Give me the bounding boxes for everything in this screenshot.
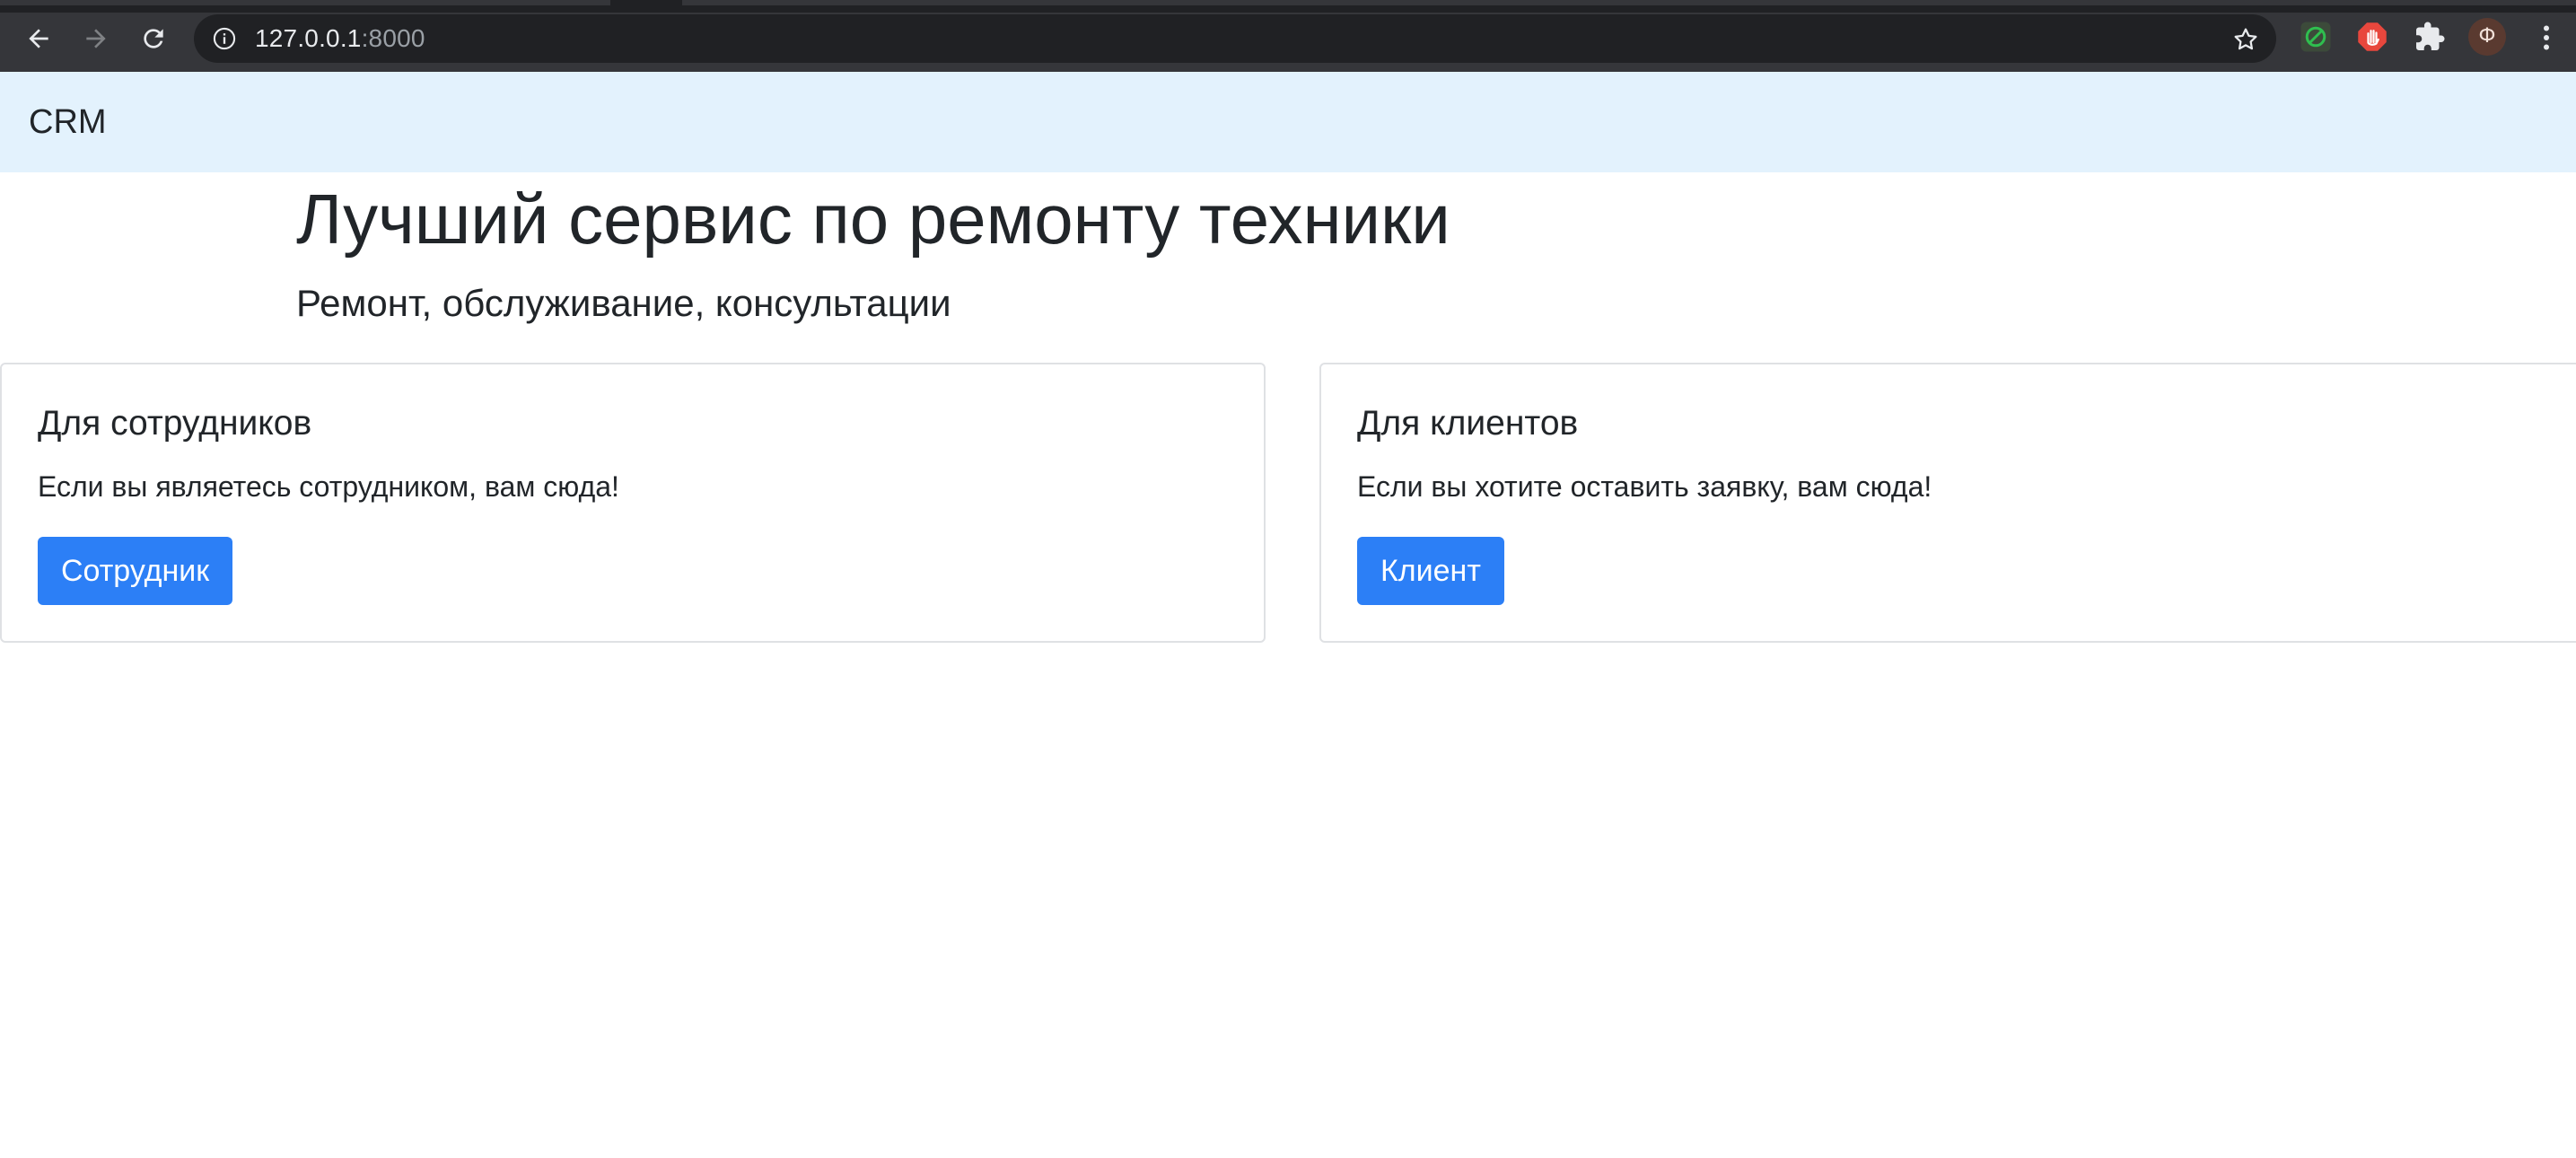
card-title: Для клиентов [1357, 404, 1579, 443]
navbar-brand[interactable]: CRM [29, 102, 107, 142]
client-button[interactable]: Клиент [1357, 537, 1504, 605]
reload-icon [144, 29, 163, 48]
forward-arrow-icon [86, 29, 106, 48]
url-port: :8000 [361, 24, 425, 52]
forward-button[interactable] [74, 16, 118, 61]
extension-green-button[interactable] [2299, 20, 2333, 54]
employee-card: Для сотрудников Если вы являетесь сотруд… [0, 363, 1266, 643]
navbar: CRM [0, 72, 2576, 172]
tab[interactable] [0, 0, 610, 5]
profile-avatar[interactable]: Ф [2468, 18, 2506, 56]
adblock-hand-icon [2358, 22, 2387, 51]
tab[interactable] [682, 0, 2576, 5]
browser-toolbar: 127.0.0.1:8000 Ф [0, 0, 2576, 72]
puzzle-icon [2416, 22, 2445, 50]
client-card: Для клиентов Если вы хотите оставить зая… [1319, 363, 2576, 643]
url-host: 127.0.0.1 [255, 24, 362, 52]
site-info-icon[interactable] [212, 26, 237, 51]
extensions-button[interactable] [2413, 20, 2447, 54]
tab-strip [0, 0, 2576, 13]
kebab-menu-icon[interactable] [2533, 22, 2560, 54]
page-subtitle: Ремонт, обслуживание, консультации [296, 282, 951, 324]
green-circle-extension-icon [2300, 22, 2331, 52]
reload-button[interactable] [131, 16, 176, 61]
address-bar[interactable]: 127.0.0.1:8000 [194, 14, 2276, 63]
card-text: Если вы являетесь сотрудником, вам сюда! [38, 470, 619, 503]
url-text[interactable]: 127.0.0.1:8000 [255, 25, 425, 52]
back-button[interactable] [16, 16, 61, 61]
bookmark-star-icon[interactable] [2231, 25, 2260, 54]
card-title: Для сотрудников [38, 404, 312, 443]
page-title: Лучший сервис по ремонту техники [296, 180, 1450, 259]
back-arrow-icon [29, 29, 48, 48]
card-text: Если вы хотите оставить заявку, вам сюда… [1357, 470, 1932, 503]
employee-button[interactable]: Сотрудник [38, 537, 233, 605]
extension-adblock-button[interactable] [2355, 20, 2389, 54]
